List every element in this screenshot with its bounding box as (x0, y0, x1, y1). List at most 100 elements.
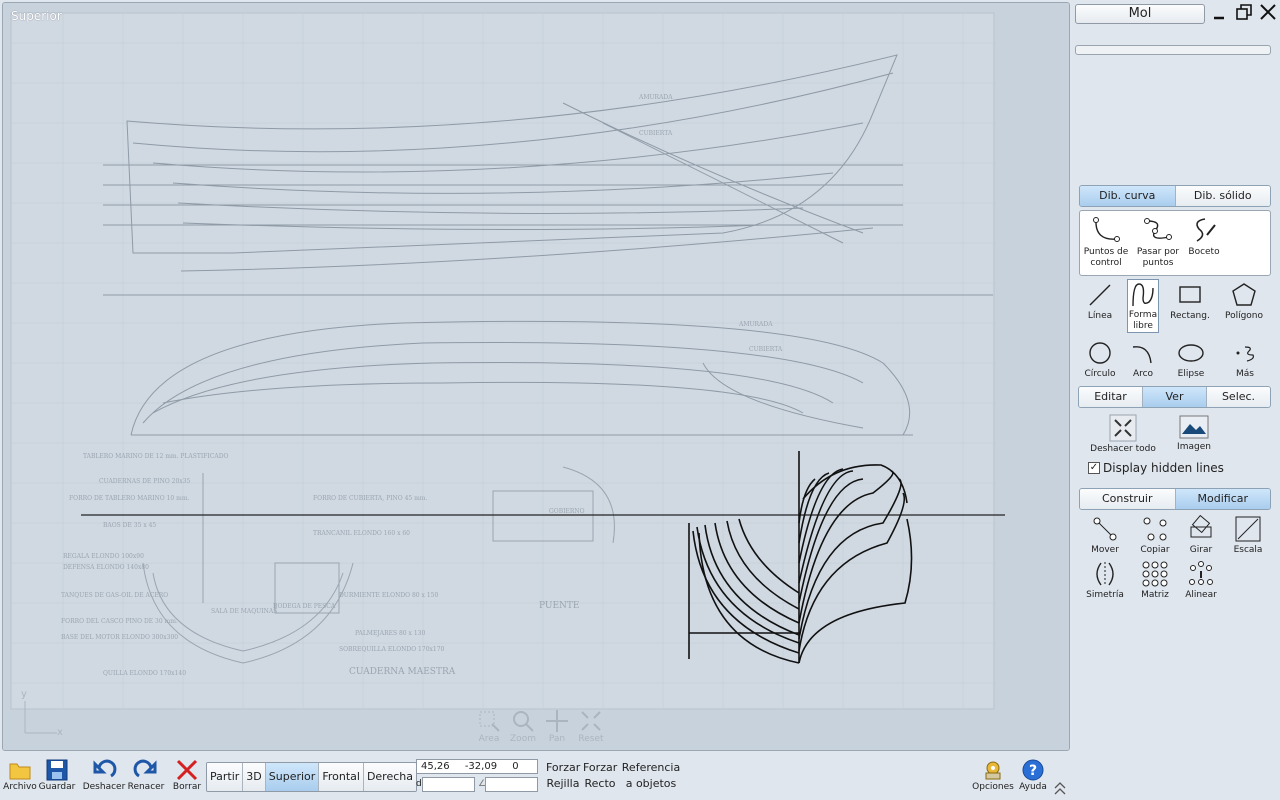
image-tool[interactable]: Imagen (1170, 414, 1218, 453)
delete-button[interactable]: Borrar (170, 758, 204, 792)
tab-edit[interactable]: Editar (1079, 387, 1143, 407)
freeform-tool[interactable]: Forma libre (1127, 279, 1159, 333)
copy-icon (1143, 517, 1167, 541)
svg-text:?: ? (1029, 763, 1037, 779)
align-tool[interactable]: Alinear (1177, 560, 1225, 601)
file-button[interactable]: Archivo (2, 758, 38, 792)
snap-objects-line2: a objetos (625, 777, 677, 790)
display-hidden-lines-checkbox[interactable]: ✓ Display hidden lines (1088, 461, 1224, 475)
sketch-tool[interactable]: Boceto (1180, 215, 1228, 258)
coordinates-field[interactable]: 45,26 -32,09 0 (416, 759, 538, 774)
blueprint-canvas[interactable]: AMURADA CUBIERTA AMURADA CUBIERTA PUENTE… (3, 3, 1070, 751)
tab-build[interactable]: Construir (1080, 489, 1176, 509)
line-tool[interactable]: Línea (1076, 281, 1124, 322)
view-front-button[interactable]: Frontal (319, 763, 364, 791)
options-button[interactable]: Opciones (970, 758, 1016, 792)
reset-button[interactable]: Reset (575, 708, 607, 744)
copy-tool[interactable]: Copiar (1131, 515, 1179, 556)
mirror-tool[interactable]: Simetría (1081, 560, 1129, 601)
document-name[interactable]: Mol (1075, 4, 1205, 24)
scale-icon (1235, 516, 1261, 542)
coord-y: -32,09 (464, 761, 498, 772)
line-label: Línea (1087, 311, 1113, 321)
window-controls (1210, 2, 1278, 22)
circle-tool[interactable]: Círculo (1076, 339, 1124, 380)
tab-draw-solid[interactable]: Dib. sólido (1175, 186, 1270, 206)
move-tool[interactable]: Mover (1081, 515, 1129, 556)
tab-modify[interactable]: Modificar (1175, 489, 1270, 509)
view-3d-button[interactable]: 3D (243, 763, 266, 791)
ellipse-tool[interactable]: Elipse (1167, 339, 1215, 380)
view-nav-tools: Area Zoom Pan Reset (473, 708, 607, 744)
view-right-button[interactable]: Derecha (363, 763, 416, 791)
zoom-button[interactable]: Zoom (507, 708, 539, 744)
close-icon (1260, 4, 1276, 20)
bp-label-cubierta: CUBIERTA (639, 130, 673, 137)
rotate-tool[interactable]: Girar (1177, 515, 1225, 556)
freeform-label: Forma libre (1128, 310, 1158, 331)
undo-all-tool[interactable]: Deshacer todo (1086, 414, 1160, 455)
scale-tool[interactable]: Escala (1224, 515, 1272, 556)
undo-button[interactable]: Deshacer (82, 758, 126, 792)
pan-button[interactable]: Pan (541, 708, 573, 744)
viewport-top[interactable]: AMURADA CUBIERTA AMURADA CUBIERTA PUENTE… (2, 2, 1070, 751)
coord-x: 45,26 (421, 761, 450, 772)
tab-draw-curve[interactable]: Dib. curva (1080, 186, 1176, 206)
save-button[interactable]: Guardar (38, 758, 76, 792)
snap-grid-toggle[interactable]: Forzar Rejilla (546, 760, 580, 792)
array-label: Matriz (1141, 590, 1169, 600)
axis-x-label: x (57, 727, 63, 738)
more-icon (1236, 346, 1254, 362)
zoom-area-button[interactable]: Area (473, 708, 505, 744)
bp-label-amurada: AMURADA (638, 94, 673, 101)
control-points-tool[interactable]: Puntos de control (1082, 215, 1130, 269)
sketch-label: Boceto (1188, 247, 1220, 257)
expand-toolbar-button[interactable] (1052, 780, 1068, 796)
help-icon: ? (1022, 759, 1044, 781)
coord-z: 0 (512, 761, 519, 772)
tab-view[interactable]: Ver (1143, 387, 1207, 407)
snap-objects-toggle[interactable]: Referencia a objetos (620, 760, 682, 792)
through-points-tool[interactable]: Pasar por puntos (1134, 215, 1182, 269)
bp-label-bodega: BODEGA DE PESCA (273, 603, 336, 610)
rectangle-tool[interactable]: Rectang. (1166, 281, 1214, 322)
polygon-tool[interactable]: Polígono (1220, 281, 1268, 322)
snap-straight-toggle[interactable]: Forzar Recto (583, 760, 617, 792)
undo-all-icon (1109, 414, 1137, 442)
close-button[interactable] (1258, 2, 1278, 22)
snap-objects-line1: Referencia (621, 761, 681, 774)
pan-label: Pan (548, 734, 566, 744)
more-tool[interactable]: Más (1221, 339, 1269, 380)
circle-label: Círculo (1084, 369, 1116, 379)
arc-icon (1132, 346, 1152, 364)
arc-tool[interactable]: Arco (1119, 339, 1167, 380)
more-label: Más (1236, 369, 1254, 379)
double-chevron-up-icon (1054, 782, 1066, 795)
snap-straight-line1: Forzar (583, 761, 618, 774)
restore-button[interactable] (1234, 2, 1254, 22)
bp-note-6: TRANCANIL ELONDO 160 x 60 (313, 530, 410, 537)
line-icon (1089, 284, 1111, 306)
bp-note-2: CUADERNAS DE PINO 20x35 (99, 478, 191, 485)
undo-icon (93, 759, 117, 778)
view-tabs: Editar Ver Selec. (1078, 386, 1271, 408)
align-label: Alinear (1185, 590, 1217, 600)
distance-field[interactable] (422, 777, 475, 792)
rectangle-icon (1179, 286, 1201, 303)
view-split-button[interactable]: Partir (207, 763, 244, 791)
bp-label-gobierno: GOBIERNO (549, 508, 585, 515)
polygon-icon (1232, 283, 1256, 306)
array-tool[interactable]: Matriz (1131, 560, 1179, 601)
bp-note-8: DEFENSA ELONDO 140x80 (63, 564, 149, 571)
angle-field[interactable] (485, 777, 538, 792)
minimize-button[interactable] (1210, 2, 1230, 22)
checkbox-check-icon[interactable]: ✓ (1088, 462, 1100, 474)
tab-select[interactable]: Selec. (1207, 387, 1270, 407)
snap-grid-line2: Rejilla (546, 777, 580, 790)
view-top-button[interactable]: Superior (265, 763, 320, 791)
help-button[interactable]: ? Ayuda (1016, 758, 1050, 792)
mirror-label: Simetría (1086, 590, 1124, 600)
rotate-label: Girar (1189, 545, 1213, 555)
redo-button[interactable]: Renacer (126, 758, 166, 792)
pan-icon (546, 710, 568, 732)
